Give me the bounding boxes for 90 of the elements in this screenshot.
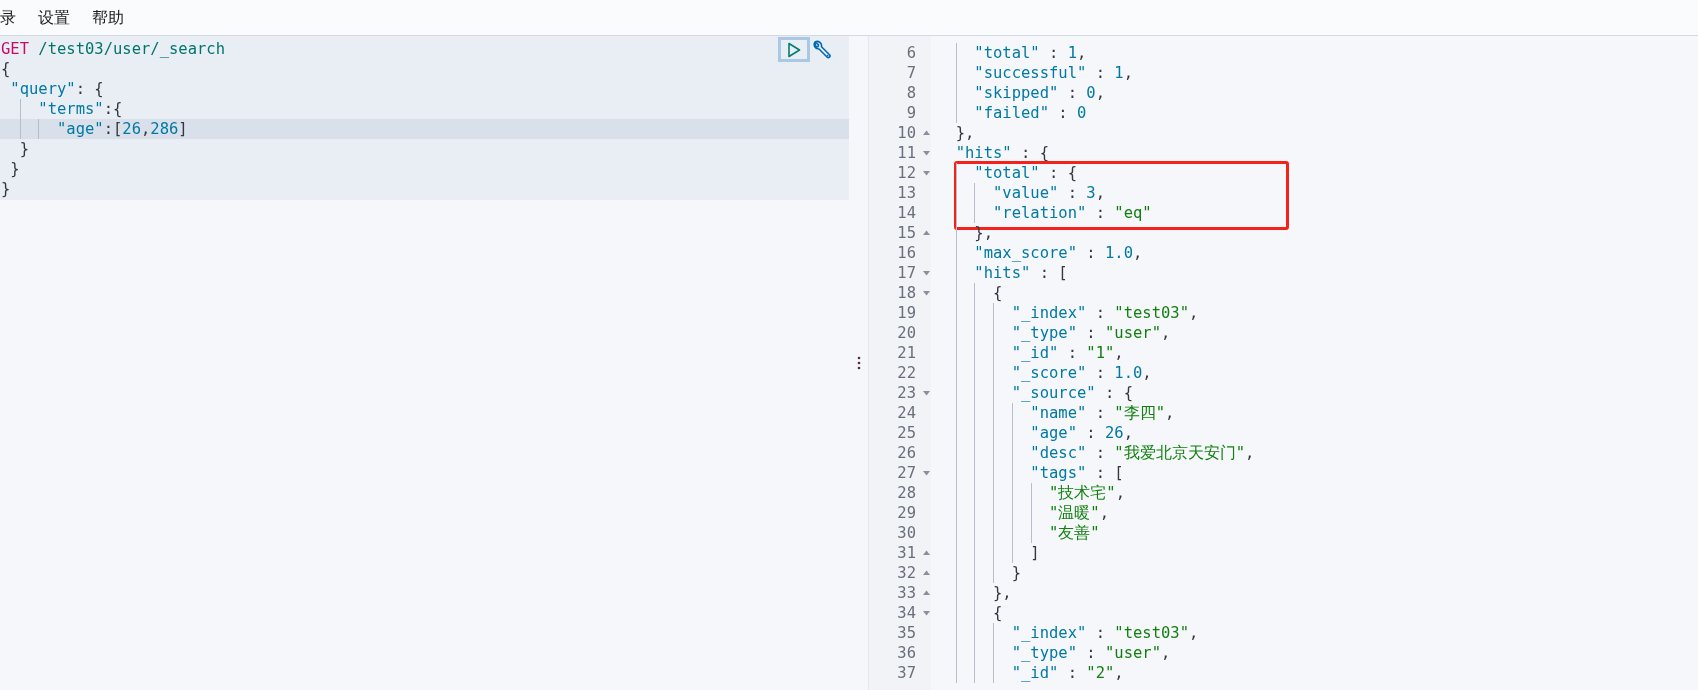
code-line: { (993, 283, 1003, 303)
code-line: }, (955, 123, 975, 143)
fold-icon[interactable] (922, 569, 931, 577)
line-number: 15 (897, 224, 916, 242)
line-number: 17 (897, 264, 916, 282)
line-number: 36 (897, 644, 916, 662)
code-line: } (1011, 563, 1021, 583)
code-line: "failed" : 0 (974, 103, 1087, 123)
fold-icon[interactable] (922, 549, 931, 557)
code-line: "skipped" : 0, (974, 83, 1105, 103)
code-line: } (1, 179, 11, 199)
line-number: 6 (906, 44, 916, 62)
line-number: 32 (897, 564, 916, 582)
line-number: 29 (897, 504, 916, 522)
fold-icon[interactable] (922, 229, 931, 237)
line-number: 18 (897, 284, 916, 302)
line-number: 28 (897, 484, 916, 502)
drag-handle-icon[interactable] (856, 356, 861, 370)
run-button[interactable] (778, 37, 810, 62)
line-number: 37 (897, 664, 916, 682)
code-line: "_id" : "1", (1011, 343, 1124, 363)
code-line: GET /test03/user/_search (1, 39, 225, 59)
code-line: "query": { (10, 79, 104, 99)
line-number: 7 (906, 64, 916, 82)
code-line: "successful" : 1, (974, 63, 1133, 83)
code-line: ] (1030, 543, 1040, 563)
line-number: 34 (897, 604, 916, 622)
line-number: 31 (897, 544, 916, 562)
fold-icon[interactable] (922, 289, 931, 297)
line-number: 20 (897, 324, 916, 342)
fold-icon[interactable] (922, 589, 931, 597)
line-number: 22 (897, 364, 916, 382)
code-line: "total" : { (974, 163, 1077, 183)
code-line: "age":[26,286] (57, 119, 188, 139)
line-number: 24 (897, 404, 916, 422)
code-line: "value" : 3, (993, 183, 1105, 203)
code-line: "terms":{ (38, 99, 123, 119)
code-line: } (19, 139, 29, 159)
code-line: "_index" : "test03", (1011, 303, 1199, 323)
code-line: "max_score" : 1.0, (974, 243, 1143, 263)
code-line: "desc" : "我爱北京天安门", (1030, 443, 1255, 463)
code-line: { (993, 603, 1003, 623)
fold-icon[interactable] (922, 149, 931, 157)
line-number: 21 (897, 344, 916, 362)
menu-item[interactable]: 设置 (38, 5, 70, 30)
code-line: "hits" : { (955, 143, 1049, 163)
code-line: "_type" : "user", (1011, 643, 1171, 663)
code-line: "_id" : "2", (1011, 663, 1124, 683)
code-line: "_source" : { (1011, 383, 1133, 403)
line-number: 12 (897, 164, 916, 182)
code-line: "name" : "李四", (1030, 403, 1175, 423)
code-line: "age" : 26, (1030, 423, 1133, 443)
line-number: 16 (897, 244, 916, 262)
code-line: "relation" : "eq" (993, 203, 1152, 223)
menu-item[interactable]: 录 (0, 5, 16, 30)
line-number: 8 (906, 84, 916, 102)
code-line: "技术宅", (1049, 483, 1125, 503)
line-number: 25 (897, 424, 916, 442)
fold-icon[interactable] (922, 169, 931, 177)
code-line: { (1, 59, 11, 79)
fold-icon[interactable] (922, 609, 931, 617)
line-number: 30 (897, 524, 916, 542)
line-number: 10 (897, 124, 916, 142)
line-number: 9 (906, 104, 916, 122)
line-number: 11 (897, 144, 916, 162)
menu-item[interactable]: 帮助 (92, 5, 124, 30)
line-number: 26 (897, 444, 916, 462)
code-line: "tags" : [ (1030, 463, 1124, 483)
fold-icon[interactable] (922, 469, 931, 477)
code-line: "友善" (1049, 523, 1100, 543)
code-line: "_type" : "user", (1011, 323, 1171, 343)
fold-icon[interactable] (922, 269, 931, 277)
code-line: "温暖", (1049, 503, 1109, 523)
play-icon (787, 41, 801, 58)
line-number: 13 (897, 184, 916, 202)
line-number: 33 (897, 584, 916, 602)
fold-icon[interactable] (922, 129, 931, 137)
line-number: 14 (897, 204, 916, 222)
line-number: 27 (897, 464, 916, 482)
line-number: 35 (897, 624, 916, 642)
code-line: } (10, 159, 20, 179)
code-line: "total" : 1, (974, 43, 1087, 63)
line-number: 19 (897, 304, 916, 322)
code-line: }, (993, 583, 1012, 603)
code-line: "hits" : [ (974, 263, 1068, 283)
code-line: "_index" : "test03", (1011, 623, 1199, 643)
fold-icon[interactable] (922, 389, 931, 397)
wrench-icon[interactable] (812, 40, 831, 60)
code-line: "_score" : 1.0, (1011, 363, 1152, 383)
line-number: 23 (897, 384, 916, 402)
